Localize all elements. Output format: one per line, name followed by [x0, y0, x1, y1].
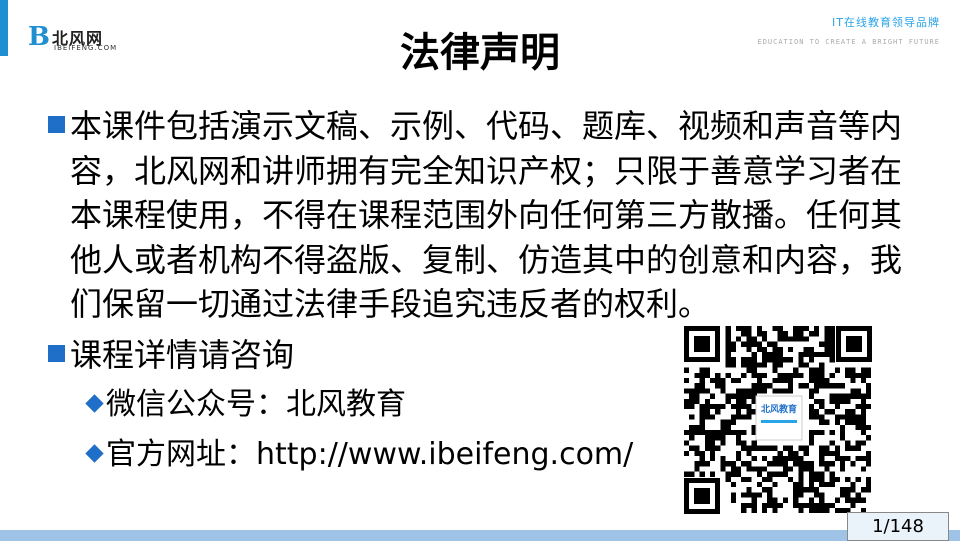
paragraph-text: 本课件包括演示文稿、示例、代码、题库、视频和声音等内容，北风网和讲师拥有完全知识… [70, 107, 903, 323]
square-bullet-icon [48, 116, 65, 133]
bottom-bar [0, 530, 960, 541]
square-bullet-icon [48, 344, 65, 362]
qr-center-logo: 北风教育 [761, 403, 797, 415]
diamond-bullet-icon [85, 444, 104, 463]
page-number: 1/148 [847, 512, 949, 541]
bullet-paragraph: 本课件包括演示文稿、示例、代码、题库、视频和声音等内容，北风网和讲师拥有完全知识… [48, 104, 908, 327]
slide-title: 法律声明 [400, 30, 560, 76]
diamond-bullet-icon [85, 394, 104, 413]
wechat-text: 微信公众号：北风教育 [106, 387, 406, 422]
website-text: 官方网址：http://www.ibeifeng.com/ [106, 437, 634, 472]
contact-heading: 课程详情请咨询 [70, 335, 295, 374]
qr-code: 北风教育 [684, 326, 872, 514]
